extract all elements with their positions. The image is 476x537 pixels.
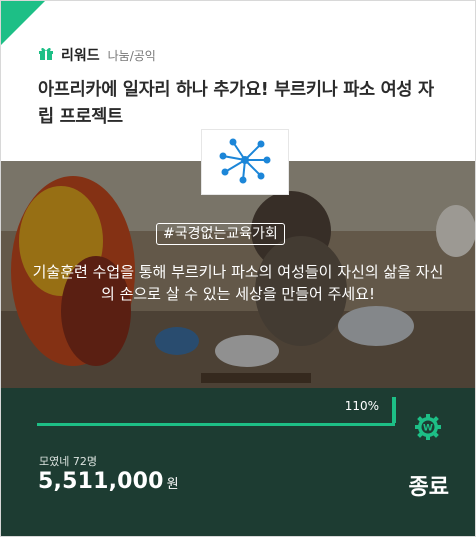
progress-fill	[37, 423, 395, 426]
raised-amount-unit: 원	[166, 477, 179, 492]
svg-text:W: W	[423, 424, 433, 434]
progress-marker	[392, 397, 396, 423]
project-description: 기술훈련 수업을 통해 부르키나 파소의 여성들이 자신의 삶을 자신의 손으로…	[32, 263, 444, 303]
maker-hashtag[interactable]: #국경없는교육가회	[156, 223, 285, 245]
funding-card[interactable]: 리워드 나눔/공익 아프리카에 일자리 하나 추가요! 부르키나 파소 여성 자…	[0, 0, 476, 537]
wadiz-badge-icon: W	[415, 414, 441, 440]
corner-ribbon	[1, 1, 45, 45]
category-type: 리워드	[61, 48, 100, 64]
gift-icon	[38, 45, 54, 65]
progress-track	[37, 423, 395, 426]
supporter-count: 모였네 72명	[39, 455, 97, 468]
category-subtype: 나눔/공익	[107, 48, 156, 63]
network-logo-icon	[217, 136, 273, 188]
category-row: 리워드 나눔/공익	[38, 45, 156, 65]
progress-percent: 110%	[344, 399, 379, 413]
maker-logo[interactable]	[201, 129, 289, 195]
raised-amount: 5,511,000 원	[38, 469, 179, 494]
raised-amount-value: 5,511,000	[38, 469, 164, 494]
project-title[interactable]: 아프리카에 일자리 하나 추가요! 부르키나 파소 여성 자립 프로젝트	[38, 77, 448, 131]
funding-status: 종료	[408, 475, 449, 500]
